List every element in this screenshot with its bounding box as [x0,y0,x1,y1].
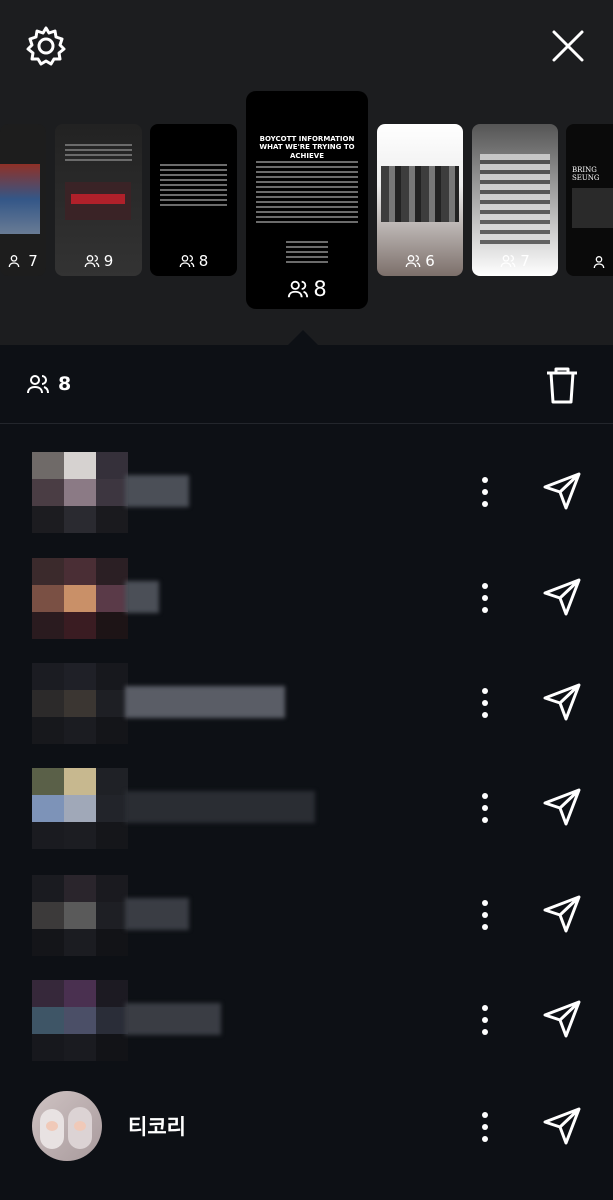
story-thumbnail[interactable]: 7 [472,124,558,276]
story-thumbnail[interactable]: 9 [55,124,142,276]
viewer-name-redacted [125,1003,221,1035]
story-title: BRING SEUNG [572,166,600,183]
avatar[interactable] [32,980,128,1061]
viewer-row[interactable] [0,548,613,648]
viewer-row[interactable] [0,442,613,542]
people-icon [179,254,195,268]
story-view-count: 8 [246,277,368,301]
send-icon[interactable] [540,892,584,936]
send-icon[interactable] [540,469,584,513]
viewer-row[interactable] [0,970,613,1070]
people-icon [500,254,516,268]
send-icon[interactable] [540,785,584,829]
more-options-icon[interactable] [472,680,498,726]
avatar[interactable] [32,558,128,639]
selected-story-pointer [287,330,319,346]
more-options-icon[interactable] [472,997,498,1043]
story-thumbnail[interactable]: BRING SEUNG [566,124,613,276]
more-options-icon[interactable] [472,575,498,621]
send-icon[interactable] [540,997,584,1041]
avatar[interactable] [32,875,128,956]
people-icon [593,255,605,269]
avatar[interactable] [32,768,128,849]
story-view-count: 6 [377,252,463,270]
close-icon[interactable] [546,24,590,68]
gear-icon[interactable] [24,24,68,68]
viewer-row[interactable]: 티코리 [0,1077,613,1177]
viewer-name-redacted [125,581,159,613]
viewer-name-redacted [125,475,189,507]
viewer-name-redacted [125,898,189,930]
avatar[interactable] [32,663,128,744]
more-options-icon[interactable] [472,1104,498,1150]
viewer-name-redacted [125,686,285,718]
story-thumbnail[interactable]: 6 [377,124,463,276]
more-options-icon[interactable] [472,892,498,938]
story-thumbnail-selected[interactable]: BOYCOTT INFORMATION WHAT WE'RE TRYING TO… [246,91,368,309]
avatar[interactable] [32,452,128,533]
story-title: BOYCOTT INFORMATION WHAT WE'RE TRYING TO… [259,135,355,160]
people-icon [27,375,49,394]
story-view-count: 9 [55,252,142,270]
viewer-name-redacted [125,791,315,823]
story-view-count: 8 [150,252,237,270]
story-thumbnail[interactable]: 8 [150,124,237,276]
viewers-header: 8 [0,345,613,424]
more-options-icon[interactable] [472,785,498,831]
viewer-row[interactable] [0,865,613,965]
more-options-icon[interactable] [472,469,498,515]
viewers-count: 8 [26,372,71,396]
story-view-count [566,254,613,270]
people-icon [405,254,421,268]
send-icon[interactable] [540,680,584,724]
story-view-count: 7 [0,252,46,270]
story-tray: 7 9 8 BOYCOTT INFORMATION WHAT WE'RE TRY… [0,0,613,346]
avatar[interactable] [32,1091,102,1161]
send-icon[interactable] [540,575,584,619]
viewer-row[interactable] [0,758,613,858]
viewer-name[interactable]: 티코리 [128,1111,186,1141]
people-icon [8,254,20,268]
people-icon [288,280,309,298]
trash-icon[interactable] [543,365,581,405]
story-thumbnail[interactable]: 7 [0,124,46,276]
send-icon[interactable] [540,1104,584,1148]
people-icon [84,254,100,268]
viewer-row[interactable] [0,653,613,753]
story-view-count: 7 [472,252,558,270]
